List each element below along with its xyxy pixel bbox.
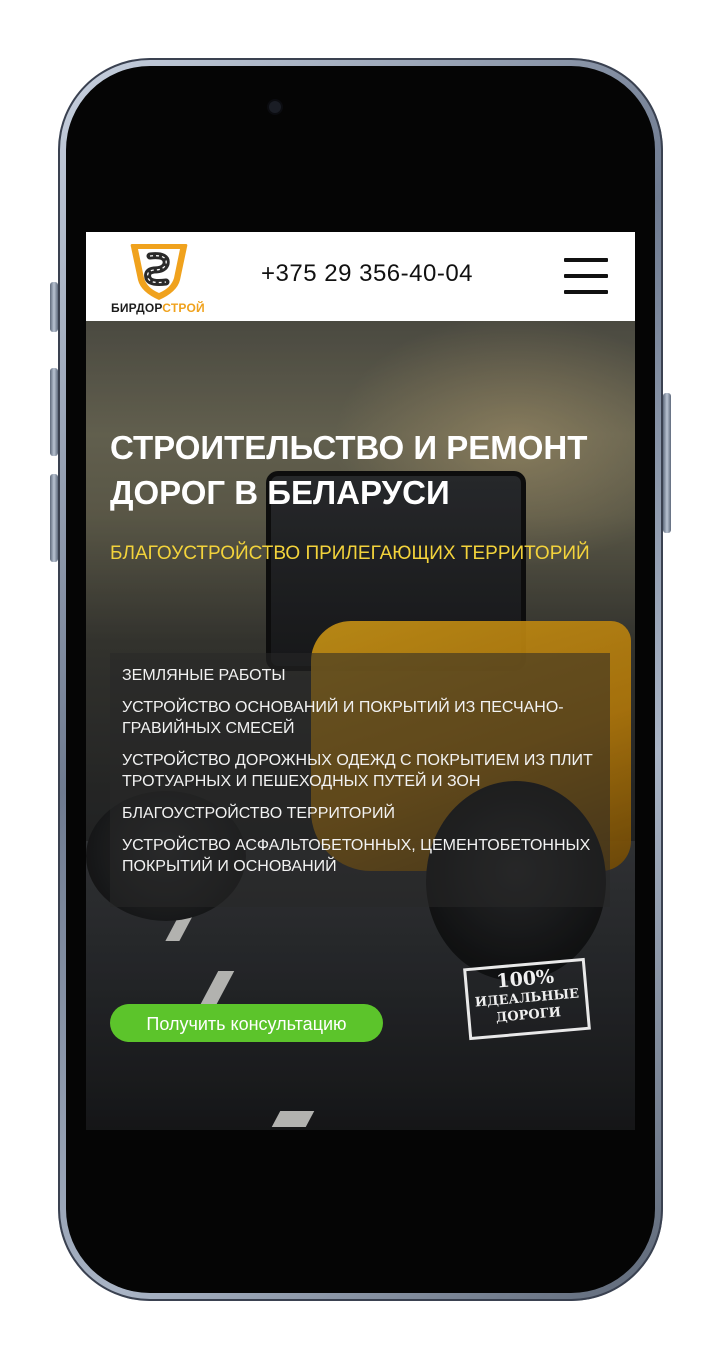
site-header: БИРДОРСТРОЙ +375 29 356-40-04 xyxy=(86,232,635,321)
list-item: УСТРОЙСТВО ОСНОВАНИЙ И ПОКРЫТИЙ ИЗ ПЕСЧА… xyxy=(122,699,564,737)
site-logo[interactable]: БИРДОРСТРОЙ xyxy=(110,240,210,316)
logo-wordmark: БИРДОРСТРОЙ xyxy=(111,301,205,315)
volume-up-button xyxy=(50,368,58,456)
quality-stamp: 100% ИДЕАЛЬНЫЕ ДОРОГИ xyxy=(463,957,591,1041)
volume-down-button xyxy=(50,474,58,562)
hero-section: СТРОИТЕЛЬСТВО И РЕМОНТ ДОРОГ В БЕЛАРУСИ … xyxy=(86,321,635,1130)
list-item: УСТРОЙСТВО АСФАЛЬТОБЕТОННЫХ, ЦЕМЕНТОБЕТО… xyxy=(122,837,591,875)
list-item: ЗЕМЛЯНЫЕ РАБОТЫ xyxy=(122,667,286,684)
logo-text-part1: БИРДОР xyxy=(111,301,163,315)
phone-number-link[interactable]: +375 29 356-40-04 xyxy=(261,260,473,288)
road-logo-icon xyxy=(130,244,188,300)
logo-text-part2: СТРОЙ xyxy=(162,301,205,315)
services-list: ЗЕМЛЯНЫЕ РАБОТЫ УСТРОЙСТВО ОСНОВАНИЙ И П… xyxy=(110,653,610,907)
power-button xyxy=(663,393,671,533)
hamburger-menu-icon[interactable] xyxy=(564,255,608,297)
screen: БИРДОРСТРОЙ +375 29 356-40-04 СТРОИТЕЛЬС… xyxy=(86,232,635,1130)
mute-switch xyxy=(50,282,58,332)
hero-subtitle: БЛАГОУСТРОЙСТВО ПРИЛЕГАЮЩИХ ТЕРРИТОРИЙ xyxy=(110,543,590,564)
get-consultation-button[interactable]: Получить консультацию xyxy=(110,1004,383,1042)
front-camera xyxy=(269,101,281,113)
hero-title: СТРОИТЕЛЬСТВО И РЕМОНТ ДОРОГ В БЕЛАРУСИ xyxy=(110,429,588,511)
list-item: УСТРОЙСТВО ДОРОЖНЫХ ОДЕЖД С ПОКРЫТИЕМ ИЗ… xyxy=(122,752,593,790)
list-item: БЛАГОУСТРОЙСТВО ТЕРРИТОРИЙ xyxy=(122,805,396,822)
